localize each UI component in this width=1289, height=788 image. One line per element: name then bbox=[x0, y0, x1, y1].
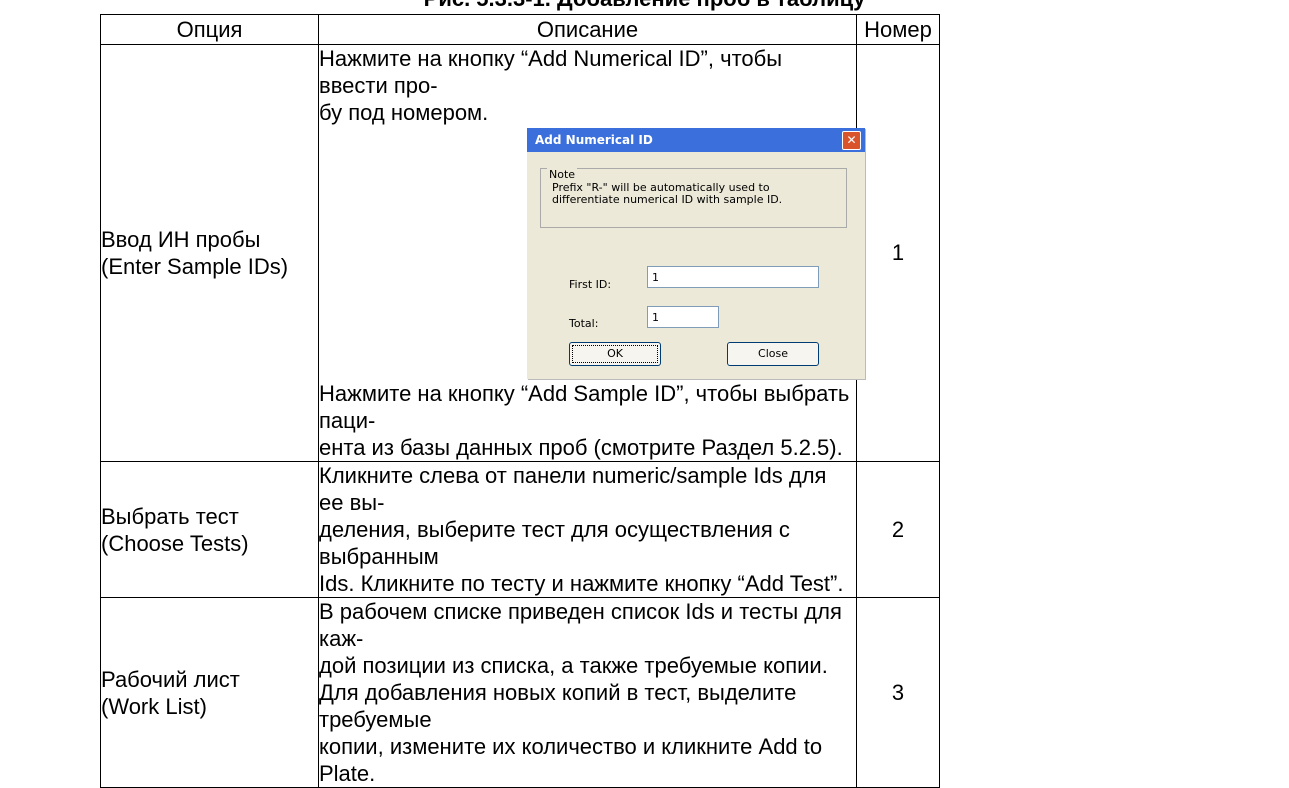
description-line: дой позиции из списка, а также требуемые… bbox=[319, 653, 828, 678]
table-row: Выбрать тест (Choose Tests) Кликните сле… bbox=[100, 461, 940, 598]
option-name: Ввод ИН пробы bbox=[101, 227, 261, 252]
option-name-en: (Work List) bbox=[101, 693, 207, 719]
number-cell: 1 bbox=[856, 44, 940, 462]
description-line: Кликните слева от панели numeric/sample … bbox=[319, 463, 827, 515]
dialog-screenshot: Add Numerical ID ✕ Note Prefix "R-" will… bbox=[319, 126, 865, 380]
description-line: Ids. Кликните по тесту и нажмите кнопку … bbox=[319, 571, 844, 596]
header-row: Опция Описание Номер bbox=[100, 14, 940, 45]
option-name-en: (Enter Sample IDs) bbox=[101, 254, 289, 279]
figure-caption: Рис. 5.3.3-1. Добавление проб в таблицу bbox=[0, 0, 1289, 12]
close-button[interactable]: Close bbox=[727, 342, 819, 366]
total-label: Total: bbox=[569, 317, 599, 330]
option-cell: Ввод ИН пробы (Enter Sample IDs) bbox=[100, 44, 319, 462]
ok-button[interactable]: OK bbox=[569, 342, 661, 366]
first-id-label: First ID: bbox=[569, 278, 612, 291]
header-number: Номер bbox=[856, 14, 940, 45]
description-line: Нажмите на кнопку “Add Numerical ID”, чт… bbox=[319, 46, 783, 98]
description-cell: Нажмите на кнопку “Add Numerical ID”, чт… bbox=[318, 44, 865, 462]
option-cell: Рабочий лист (Work List) bbox=[100, 597, 319, 788]
option-cell: Выбрать тест (Choose Tests) bbox=[100, 461, 319, 598]
description-line: копии, измените их количество и кликните… bbox=[319, 734, 823, 786]
header-option: Опция bbox=[100, 14, 319, 45]
description-cell: Кликните слева от панели numeric/sample … bbox=[318, 461, 857, 598]
option-name: Выбрать тест bbox=[101, 503, 239, 529]
header-description: Описание bbox=[318, 14, 857, 45]
note-text: Prefix "R-" will be automatically used t… bbox=[552, 182, 832, 206]
table-row: Рабочий лист (Work List) В рабочем списк… bbox=[100, 597, 940, 788]
note-group: Note Prefix "R-" will be automatically u… bbox=[540, 161, 847, 228]
table-row: Ввод ИН пробы (Enter Sample IDs) Нажмите… bbox=[100, 44, 940, 462]
total-input[interactable]: 1 bbox=[647, 306, 719, 328]
description-line: бу под номером. bbox=[319, 100, 489, 125]
add-numerical-id-dialog: Add Numerical ID ✕ Note Prefix "R-" will… bbox=[527, 128, 865, 379]
description-line: ента из базы данных проб (смотрите Разде… bbox=[319, 435, 843, 460]
number-cell: 3 bbox=[856, 597, 940, 788]
note-line: differentiate numerical ID with sample I… bbox=[552, 193, 783, 206]
option-name-en: (Choose Tests) bbox=[101, 530, 249, 556]
description-line: Нажмите на кнопку “Add Sample ID”, чтобы… bbox=[319, 381, 850, 433]
number-cell: 2 bbox=[856, 461, 940, 598]
description-line: деления, выберите тест для осуществления… bbox=[319, 517, 790, 569]
options-table: Опция Описание Номер Ввод ИН пробы (Ente… bbox=[100, 14, 940, 788]
dialog-titlebar: Add Numerical ID ✕ bbox=[527, 128, 865, 152]
option-name: Рабочий лист bbox=[101, 666, 240, 692]
description-line: В рабочем списке приведен список Ids и т… bbox=[319, 599, 842, 651]
dialog-title: Add Numerical ID bbox=[535, 133, 653, 147]
first-id-input[interactable]: 1 bbox=[647, 266, 819, 288]
description-line: Для добавления новых копий в тест, выдел… bbox=[319, 680, 797, 732]
description-cell: В рабочем списке приведен список Ids и т… bbox=[318, 597, 857, 788]
close-icon[interactable]: ✕ bbox=[842, 131, 861, 150]
